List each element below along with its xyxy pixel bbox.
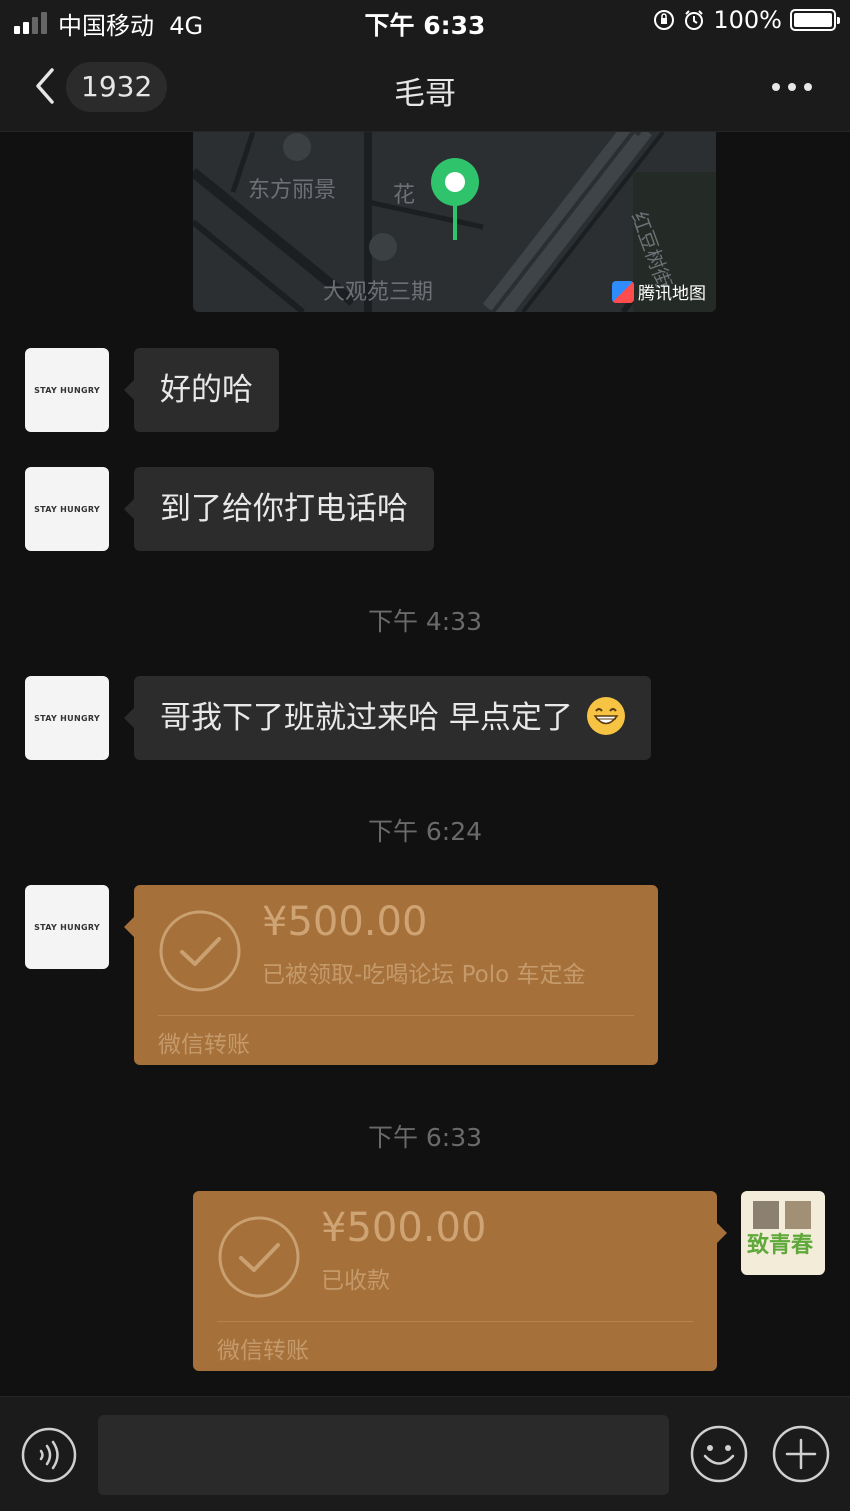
divider [217,1321,693,1322]
my-avatar[interactable]: 致青春 [741,1191,825,1275]
location-pin-icon [431,158,479,240]
orientation-lock-icon [654,10,675,30]
wechat-transfer-card[interactable]: ¥500.00 已被领取-吃喝论坛 Polo 车定金 微信转账 [124,885,658,1065]
message-text: 哥我下了班就过来哈 早点定了 [160,700,573,736]
voice-input-button[interactable] [21,1427,77,1483]
contact-avatar[interactable]: STAY HUNGRY [25,676,109,760]
message-timestamp: 下午 4:33 [367,607,483,636]
nav-bar: 1932 毛哥 [0,44,850,132]
emoji-button[interactable] [690,1425,748,1483]
transfer-description: 已收款 [321,1268,390,1294]
message-text: 到了给你打电话哈 [160,491,408,527]
more-functions-button[interactable] [772,1425,830,1483]
message-input[interactable] [98,1415,669,1495]
message-timestamp: 下午 6:33 [367,1123,483,1152]
avatar-text: STAY HUNGRY [34,385,100,395]
message-timestamp: 下午 6:24 [367,817,483,846]
wechat-transfer-card[interactable]: ¥500.00 已收款 微信转账 [193,1191,727,1371]
transfer-amount: ¥500.00 [262,899,428,945]
map-label-2: 花 [393,183,416,208]
transfer-source: 微信转账 [217,1338,309,1364]
transfer-description: 已被领取-吃喝论坛 Polo 车定金 [262,962,586,988]
my-avatar-text: 致青春 [747,1233,814,1258]
battery-percent: 100% [713,6,782,34]
more-options-button[interactable] [770,80,814,94]
map-label-1: 东方丽景 [248,178,337,203]
contact-avatar[interactable]: STAY HUNGRY [25,467,109,551]
map-label-3: 大观苑三期 [323,280,434,305]
status-bar: 中国移动 4G 下午 6:33 100% [0,0,850,44]
avatar-text: STAY HUNGRY [34,713,100,723]
avatar-text: STAY HUNGRY [34,922,100,932]
tencent-map-logo-icon [612,280,634,303]
chat-title: 毛哥 [394,76,456,112]
transfer-amount: ¥500.00 [321,1205,487,1251]
message-text: 好的哈 [160,372,253,408]
transfer-source: 微信转账 [158,1032,250,1058]
message-bubble[interactable]: 到了给你打电话哈 [124,467,434,551]
message-bubble[interactable]: 哥我下了班就过来哈 早点定了 [124,676,651,760]
avatar-text: STAY HUNGRY [34,504,100,514]
chat-messages[interactable]: 东方丽景 花 大观苑三期 红豆树街 腾讯地图 STAY HUNGRY 好的哈 S… [0,132,850,1396]
map-provider-label: 腾讯地图 [638,284,706,304]
contact-avatar[interactable]: STAY HUNGRY [25,885,109,969]
check-circle-icon [159,910,241,992]
battery-icon [790,9,840,31]
contact-avatar[interactable]: STAY HUNGRY [25,348,109,432]
status-right: 100% [653,6,840,34]
check-circle-icon [218,1216,300,1298]
map-provider: 腾讯地图 [612,279,706,304]
alarm-icon [685,10,704,30]
location-map-card[interactable]: 东方丽景 花 大观苑三期 红豆树街 腾讯地图 [193,132,716,312]
input-bar [0,1396,850,1511]
message-bubble[interactable]: 好的哈 [124,348,279,432]
grinning-face-emoji-icon [586,696,625,735]
divider [158,1015,634,1016]
